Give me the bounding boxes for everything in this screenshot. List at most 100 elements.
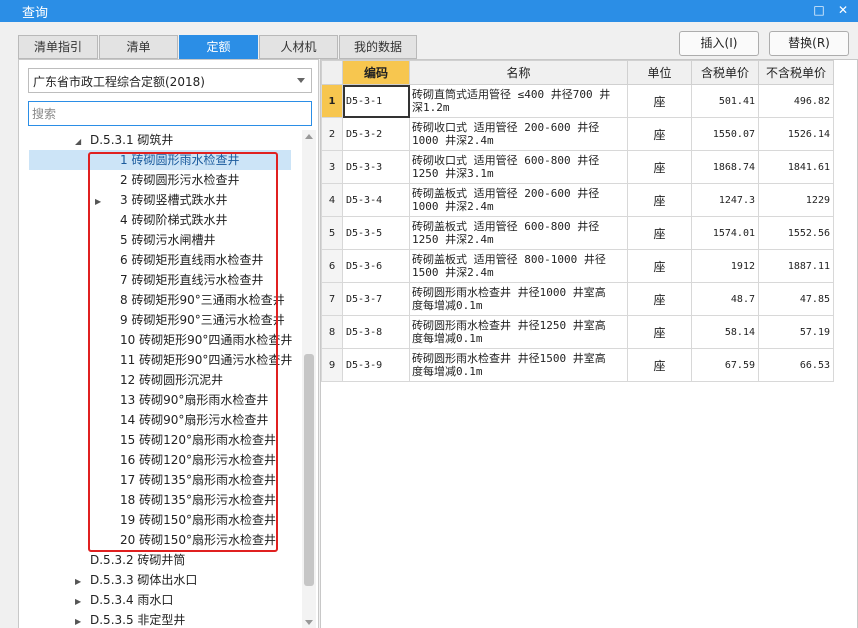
scroll-down-icon[interactable] — [305, 620, 313, 625]
tree-collapsed-icon[interactable]: ▶ — [75, 612, 85, 628]
tree-item[interactable]: 14 砖砌90°扇形污水检查井 — [29, 410, 299, 430]
row-unit[interactable]: 座 — [627, 117, 692, 151]
tree-item[interactable]: 13 砖砌90°扇形雨水检查井 — [29, 390, 299, 410]
table-row[interactable]: 3 D5-3-3 砖砌收口式 适用管径 600-800 井径 1250 井深3.1m 座… — [321, 150, 834, 184]
tree-item[interactable]: ◢ D.5.3.1 砌筑井 — [29, 130, 299, 150]
tree-collapsed-icon[interactable]: ▶ — [75, 572, 85, 592]
close-icon[interactable]: ✕ — [832, 0, 854, 22]
row-code[interactable]: D5-3-1 — [342, 84, 410, 118]
tree-item[interactable]: D.5.3.2 砖砌井筒 — [29, 550, 299, 570]
row-unit[interactable]: 座 — [627, 249, 692, 283]
tree-item[interactable]: 15 砖砌120°扇形雨水检查井 — [29, 430, 299, 450]
row-price-ex-tax[interactable]: 496.82 — [758, 84, 834, 118]
row-name[interactable]: 砖砌圆形雨水检查井 井径1250 井室高 度每增减0.1m — [409, 315, 628, 349]
row-unit[interactable]: 座 — [627, 315, 692, 349]
tree-item[interactable]: 12 砖砌圆形沉泥井 — [29, 370, 299, 390]
tab-list[interactable]: 清单 — [99, 35, 178, 59]
row-price-ex-tax[interactable]: 1526.14 — [758, 117, 834, 151]
row-unit[interactable]: 座 — [627, 216, 692, 250]
table-row[interactable]: 1 D5-3-1 砖砌直筒式适用管径 ≤400 井径700 井深1.2m 座 501.4… — [321, 84, 834, 118]
row-code[interactable]: D5-3-8 — [342, 315, 410, 349]
tab-quota[interactable]: 定额 — [179, 35, 258, 59]
row-code[interactable]: D5-3-7 — [342, 282, 410, 316]
row-name[interactable]: 砖砌盖板式 适用管径 800-1000 井径 1500 井深2.4m — [409, 249, 628, 283]
column-header-price-ex-tax[interactable]: 不含税单价 — [758, 60, 834, 85]
column-header-unit[interactable]: 单位 — [627, 60, 692, 85]
row-code[interactable]: D5-3-6 — [342, 249, 410, 283]
row-unit[interactable]: 座 — [627, 84, 692, 118]
row-code[interactable]: D5-3-4 — [342, 183, 410, 217]
column-header-name[interactable]: 名称 — [409, 60, 628, 85]
row-code[interactable]: D5-3-5 — [342, 216, 410, 250]
row-price-ex-tax[interactable]: 57.19 — [758, 315, 834, 349]
tree-item[interactable]: ▶ D.5.3.4 雨水口 — [29, 590, 299, 610]
row-name[interactable]: 砖砌盖板式 适用管径 600-800 井径 1250 井深2.4m — [409, 216, 628, 250]
tree-item[interactable]: ▶ D.5.3.3 砌体出水口 — [29, 570, 299, 590]
row-name[interactable]: 砖砌收口式 适用管径 200-600 井径 1000 井深2.4m — [409, 117, 628, 151]
table-row[interactable]: 7 D5-3-7 砖砌圆形雨水检查井 井径1000 井室高 度每增减0.1m 座 48.7… — [321, 282, 834, 316]
table-row[interactable]: 9 D5-3-9 砖砌圆形雨水检查井 井径1500 井室高 度每增减0.1m 座 67.5… — [321, 348, 834, 382]
replace-button[interactable]: 替换(R) — [769, 31, 849, 56]
column-header-code[interactable]: 编码 — [342, 60, 410, 85]
row-price[interactable]: 1574.01 — [691, 216, 759, 250]
insert-button[interactable]: 插入(I) — [679, 31, 759, 56]
library-select[interactable]: 广东省市政工程综合定额(2018) — [28, 68, 312, 93]
tree-item[interactable]: ▶ D.5.3.5 非定型井 — [29, 610, 299, 628]
row-name[interactable]: 砖砌圆形雨水检查井 井径1000 井室高 度每增减0.1m — [409, 282, 628, 316]
tree-item[interactable]: ▶ 3 砖砌竖槽式跌水井 — [29, 190, 299, 210]
tree-item[interactable]: 2 砖砌圆形污水检查井 — [29, 170, 299, 190]
row-unit[interactable]: 座 — [627, 282, 692, 316]
column-header-price[interactable]: 含税单价 — [691, 60, 759, 85]
tree-item[interactable]: 17 砖砌135°扇形雨水检查井 — [29, 470, 299, 490]
tree-item[interactable]: 7 砖砌矩形直线污水检查井 — [29, 270, 299, 290]
tree-item[interactable]: 16 砖砌120°扇形污水检查井 — [29, 450, 299, 470]
row-price-ex-tax[interactable]: 1552.56 — [758, 216, 834, 250]
tree-item[interactable]: 5 砖砌污水闸槽井 — [29, 230, 299, 250]
row-name[interactable]: 砖砌收口式 适用管径 600-800 井径 1250 井深3.1m — [409, 150, 628, 184]
row-code[interactable]: D5-3-9 — [342, 348, 410, 382]
tab-list-guide[interactable]: 清单指引 — [18, 35, 98, 59]
row-code[interactable]: D5-3-2 — [342, 117, 410, 151]
tree-item[interactable]: 4 砖砌阶梯式跌水井 — [29, 210, 299, 230]
row-name[interactable]: 砖砌盖板式 适用管径 200-600 井径 1000 井深2.4m — [409, 183, 628, 217]
table-row[interactable]: 5 D5-3-5 砖砌盖板式 适用管径 600-800 井径 1250 井深2.4m 座… — [321, 216, 834, 250]
row-unit[interactable]: 座 — [627, 183, 692, 217]
table-row[interactable]: 6 D5-3-6 砖砌盖板式 适用管径 800-1000 井径 1500 井深2.4m… — [321, 249, 834, 283]
tab-labor-material-machine[interactable]: 人材机 — [259, 35, 338, 59]
tree-item[interactable]: 19 砖砌150°扇形雨水检查井 — [29, 510, 299, 530]
tree-collapsed-icon[interactable]: ▶ — [75, 592, 85, 612]
scroll-thumb[interactable] — [304, 354, 314, 586]
row-price[interactable]: 1912 — [691, 249, 759, 283]
row-price[interactable]: 67.59 — [691, 348, 759, 382]
row-unit[interactable]: 座 — [627, 348, 692, 382]
row-price[interactable]: 1868.74 — [691, 150, 759, 184]
tab-my-data[interactable]: 我的数据 — [339, 35, 417, 59]
tree-item[interactable]: 10 砖砌矩形90°四通雨水检查井 — [29, 330, 299, 350]
minimize-icon[interactable]: □ — [808, 0, 830, 22]
search-input[interactable] — [28, 101, 312, 126]
tree-item[interactable]: 9 砖砌矩形90°三通污水检查井 — [29, 310, 299, 330]
row-code[interactable]: D5-3-3 — [342, 150, 410, 184]
tree-item[interactable]: 6 砖砌矩形直线雨水检查井 — [29, 250, 299, 270]
row-name[interactable]: 砖砌直筒式适用管径 ≤400 井径700 井深1.2m — [409, 84, 628, 118]
tree-item[interactable]: 11 砖砌矩形90°四通污水检查井 — [29, 350, 299, 370]
tree-expanded-icon[interactable]: ◢ — [75, 132, 85, 152]
table-row[interactable]: 2 D5-3-2 砖砌收口式 适用管径 200-600 井径 1000 井深2.4m 座… — [321, 117, 834, 151]
row-price[interactable]: 58.14 — [691, 315, 759, 349]
tree-item[interactable]: 20 砖砌150°扇形污水检查井 — [29, 530, 299, 550]
row-price-ex-tax[interactable]: 1887.11 — [758, 249, 834, 283]
tree-scrollbar[interactable] — [302, 130, 316, 628]
tree-item[interactable]: 8 砖砌矩形90°三通雨水检查井 — [29, 290, 299, 310]
chevron-down-icon[interactable] — [297, 78, 305, 83]
row-price[interactable]: 1247.3 — [691, 183, 759, 217]
row-price-ex-tax[interactable]: 47.85 — [758, 282, 834, 316]
row-name[interactable]: 砖砌圆形雨水检查井 井径1500 井室高 度每增减0.1m — [409, 348, 628, 382]
row-price-ex-tax[interactable]: 1841.61 — [758, 150, 834, 184]
tree-item[interactable]: 18 砖砌135°扇形污水检查井 — [29, 490, 299, 510]
tree-collapsed-icon[interactable]: ▶ — [95, 192, 105, 212]
table-row[interactable]: 4 D5-3-4 砖砌盖板式 适用管径 200-600 井径 1000 井深2.4m 座… — [321, 183, 834, 217]
row-price-ex-tax[interactable]: 66.53 — [758, 348, 834, 382]
row-price[interactable]: 501.41 — [691, 84, 759, 118]
row-unit[interactable]: 座 — [627, 150, 692, 184]
tree-item[interactable]: 1 砖砌圆形雨水检查井 — [29, 150, 291, 170]
